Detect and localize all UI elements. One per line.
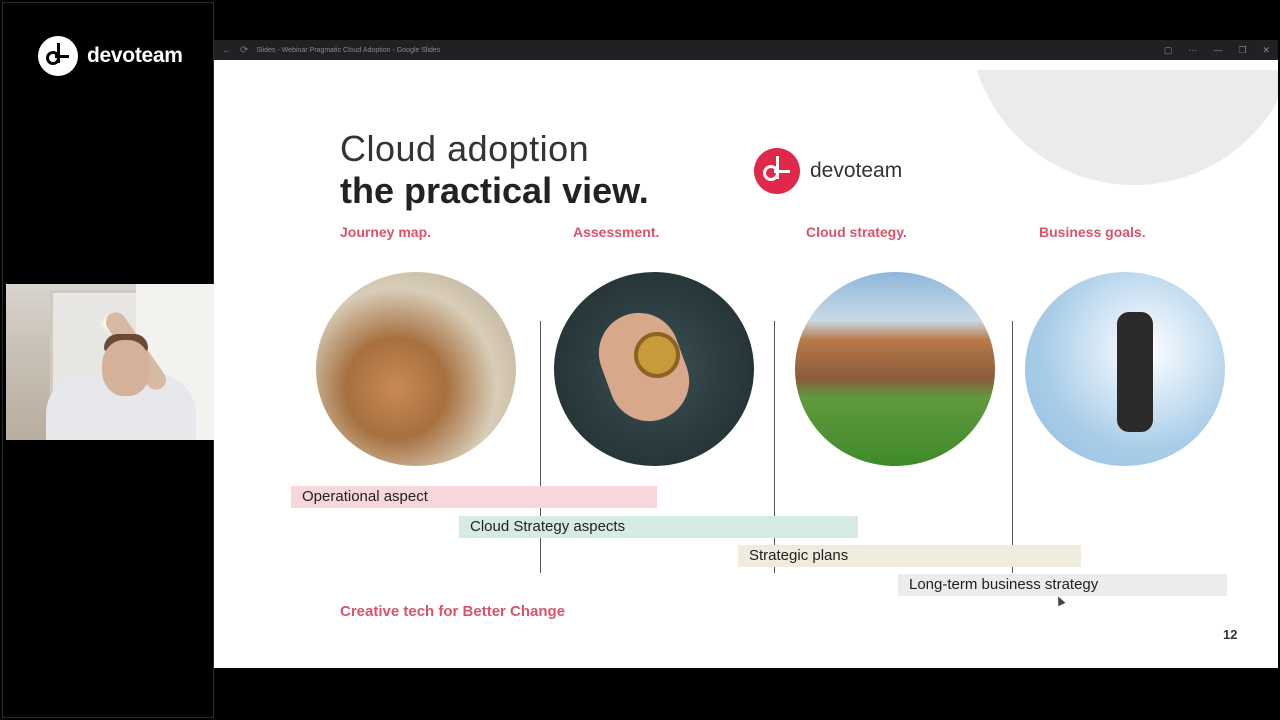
timeline-bar-cloud-strategy: Cloud Strategy aspects [459, 516, 858, 538]
back-arrow-icon[interactable]: ← [222, 45, 232, 56]
timeline-bar-business-strategy: Long-term business strategy [898, 574, 1227, 596]
timeline-bar-strategic-plans: Strategic plans [738, 545, 1081, 567]
slide-title-bold: the practical view. [340, 170, 649, 211]
page-number: 12 [1223, 627, 1238, 642]
column-label-assessment: Assessment. [573, 224, 660, 240]
column-divider [1012, 321, 1013, 573]
more-icon[interactable]: ⋯ [1188, 45, 1197, 56]
mountain-photo [795, 272, 995, 466]
compass-photo [554, 272, 754, 466]
column-label-strategy: Cloud strategy. [806, 224, 907, 240]
close-icon[interactable]: ✕ [1262, 45, 1270, 56]
brand-logo: devoteam [754, 148, 902, 194]
title-bar: ← ⟳ Slides - Webinar Pragmatic Cloud Ado… [214, 40, 1278, 60]
cast-icon[interactable]: ▢ [1164, 45, 1173, 56]
compass-icon [634, 332, 680, 378]
devoteam-logo: devoteam [38, 36, 183, 76]
timeline-bar-operational: Operational aspect [291, 486, 657, 508]
brand-text: devoteam [810, 159, 903, 182]
presentation-slide: Cloud adoption the practical view. devot… [214, 70, 1278, 668]
logo-text: devoteam [87, 44, 183, 67]
reload-icon[interactable]: ⟳ [240, 45, 248, 56]
mouse-cursor-icon [1054, 594, 1066, 607]
brand-logo-icon [754, 148, 800, 194]
slide-tagline: Creative tech for Better Change [340, 603, 566, 620]
presenter-panel: devoteam [2, 2, 216, 718]
jumping-person-photo [1025, 272, 1225, 466]
slide-title-light: Cloud adoption [340, 128, 590, 169]
restore-icon[interactable]: ❐ [1238, 45, 1246, 56]
window-title: Slides - Webinar Pragmatic Cloud Adoptio… [256, 46, 441, 54]
browser-window: ← ⟳ Slides - Webinar Pragmatic Cloud Ado… [214, 40, 1278, 668]
journey-photo [316, 272, 516, 466]
column-label-goals: Business goals. [1039, 224, 1146, 240]
devoteam-logo-icon [38, 36, 78, 76]
column-label-journey: Journey map. [340, 224, 432, 240]
decorative-circle [969, 70, 1278, 185]
minimize-icon[interactable]: — [1213, 45, 1222, 56]
webcam-video [6, 284, 216, 440]
